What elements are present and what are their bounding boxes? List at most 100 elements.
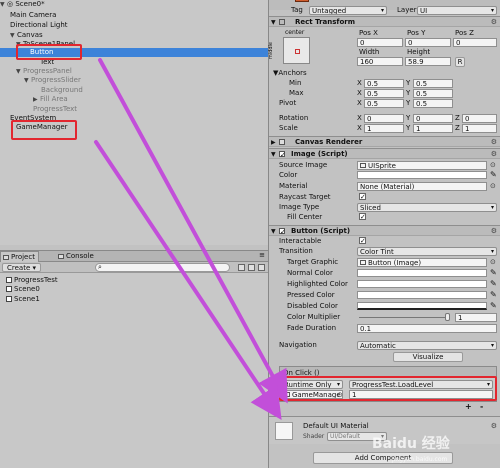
pos-x-field[interactable]: 0: [357, 38, 403, 47]
pivot-x-field[interactable]: 0.5: [364, 99, 404, 108]
hierarchy-item-directional-light[interactable]: Directional Light: [0, 21, 268, 30]
anchor-preset-button[interactable]: [283, 37, 310, 64]
collapse-triangle-icon[interactable]: ▼: [271, 17, 276, 28]
image-type-dropdown[interactable]: Sliced: [357, 203, 497, 212]
layer-dropdown[interactable]: UI: [417, 6, 497, 15]
hierarchy-item-canvas[interactable]: ▼ Canvas: [0, 31, 268, 40]
collapse-triangle-icon[interactable]: ▼: [271, 149, 276, 160]
tab-console[interactable]: Console: [56, 251, 97, 262]
disabled-color-swatch[interactable]: [357, 302, 487, 310]
eyedropper-icon[interactable]: ✎: [490, 301, 497, 311]
expand-triangle-icon[interactable]: ▼: [0, 0, 7, 9]
gear-icon[interactable]: ⚙: [491, 422, 497, 430]
filter-by-label-icon[interactable]: [248, 264, 255, 271]
project-item-scene0[interactable]: Scene0: [6, 285, 40, 294]
anchors-row[interactable]: ▼Anchors: [269, 68, 500, 78]
panel-menu-icon[interactable]: ≡: [259, 251, 265, 259]
anchor-max-y-field[interactable]: 0.5: [413, 89, 453, 98]
normal-color-label: Normal Color: [287, 269, 333, 277]
hierarchy-item-main-camera[interactable]: Main Camera: [0, 11, 268, 20]
scale-y-field[interactable]: 1: [413, 124, 453, 133]
y-letter: Y: [406, 124, 411, 132]
collapse-triangle-icon[interactable]: ▶: [271, 137, 276, 148]
z-letter: Z: [455, 124, 460, 132]
canvas-renderer-header[interactable]: ▶ Canvas Renderer ⚙: [269, 136, 500, 147]
hierarchy-item-progresstext[interactable]: ProgressText: [0, 105, 268, 114]
gear-icon[interactable]: ⚙: [491, 137, 497, 148]
rotation-label: Rotation: [279, 114, 309, 122]
fade-duration-field[interactable]: 0.1: [357, 324, 497, 333]
rotation-y-field[interactable]: 0: [413, 114, 453, 123]
image-color-swatch[interactable]: [357, 171, 487, 179]
raw-edit-button[interactable]: R: [455, 57, 465, 67]
object-picker-icon[interactable]: ⊙: [490, 160, 496, 170]
search-icon: ⌕: [98, 263, 102, 271]
tag-label: Tag: [291, 6, 303, 14]
fill-center-checkbox[interactable]: ✓: [359, 213, 366, 221]
hierarchy-item-background[interactable]: Background: [0, 86, 268, 95]
material-field[interactable]: None (Material): [357, 182, 487, 191]
favorites-star-icon[interactable]: [258, 264, 265, 271]
object-picker-icon[interactable]: ⊙: [490, 181, 496, 191]
target-graphic-field[interactable]: Button (Image): [357, 258, 487, 267]
hierarchy-item-fill-area[interactable]: ▶ Fill Area: [0, 95, 268, 104]
remove-listener-button[interactable]: -: [480, 402, 483, 411]
gamemanager-highlight-box: [11, 120, 77, 140]
gear-icon[interactable]: ⚙: [491, 17, 497, 28]
scale-x-field[interactable]: 1: [364, 124, 404, 133]
add-listener-button[interactable]: +: [465, 402, 472, 411]
scale-z-field[interactable]: 1: [462, 124, 497, 133]
tag-dropdown[interactable]: Untagged: [309, 6, 387, 15]
anchor-crosshair-icon: [295, 49, 300, 54]
filter-by-type-icon[interactable]: [238, 264, 245, 271]
width-field[interactable]: 160: [357, 57, 403, 66]
highlighted-color-swatch[interactable]: [357, 280, 487, 288]
expand-triangle-icon[interactable]: ▼: [24, 76, 31, 85]
rotation-x-field[interactable]: 0: [364, 114, 404, 123]
color-multiplier-slider-thumb[interactable]: [445, 313, 450, 321]
project-item-progresstest[interactable]: ProgressTest: [6, 276, 58, 285]
rect-transform-header[interactable]: ▼ Rect Transform ⚙: [269, 16, 500, 27]
height-field[interactable]: 58.9: [405, 57, 451, 66]
eyedropper-icon[interactable]: ✎: [490, 170, 497, 180]
anchor-min-y-field[interactable]: 0.5: [413, 79, 453, 88]
expand-triangle-icon[interactable]: ▼: [10, 31, 17, 40]
anchor-min-x-field[interactable]: 0.5: [364, 79, 404, 88]
hierarchy-item-progressslider[interactable]: ▼ ProgressSlider: [0, 76, 268, 85]
color-multiplier-field[interactable]: 1: [455, 313, 497, 322]
pos-y-field[interactable]: 0: [405, 38, 451, 47]
anchor-max-x-field[interactable]: 0.5: [364, 89, 404, 98]
navigation-dropdown[interactable]: Automatic: [357, 341, 497, 350]
pressed-color-swatch[interactable]: [357, 291, 487, 299]
rotation-z-field[interactable]: 0: [462, 114, 497, 123]
transition-dropdown[interactable]: Color Tint: [357, 247, 497, 256]
expand-triangle-icon[interactable]: ▶: [33, 95, 40, 104]
image-enabled-checkbox[interactable]: ✓: [279, 151, 286, 159]
object-picker-icon[interactable]: ⊙: [490, 257, 496, 267]
button-script-header[interactable]: ▼ ✓ Button (Script) ⚙: [269, 225, 500, 236]
disabled-color-label: Disabled Color: [287, 302, 338, 310]
source-image-field[interactable]: UISprite: [357, 161, 487, 170]
create-button[interactable]: Create ▾: [2, 263, 41, 272]
eyedropper-icon[interactable]: ✎: [490, 268, 497, 278]
gear-icon[interactable]: ⚙: [491, 149, 497, 160]
project-search-input[interactable]: ⌕: [95, 263, 230, 272]
expand-triangle-icon[interactable]: ▼: [16, 67, 23, 76]
eyedropper-icon[interactable]: ✎: [490, 279, 497, 289]
raycast-checkbox[interactable]: ✓: [359, 193, 366, 201]
project-item-scene1[interactable]: Scene1: [6, 295, 40, 304]
button-enabled-checkbox[interactable]: ✓: [279, 228, 286, 236]
tag-layer-row: Tag Untagged Layer UI: [269, 5, 500, 15]
color-multiplier-slider-track[interactable]: [359, 317, 449, 318]
normal-color-swatch[interactable]: [357, 269, 487, 277]
hierarchy-item-progresspanel[interactable]: ▼ ProgressPanel: [0, 67, 268, 76]
pivot-y-field[interactable]: 0.5: [413, 99, 453, 108]
pos-z-field[interactable]: 0: [453, 38, 497, 47]
hierarchy-scene-row[interactable]: ▼ ◎ Scene0*: [0, 0, 268, 9]
material-preview[interactable]: [275, 422, 293, 440]
tab-project[interactable]: Project: [0, 251, 39, 262]
interactable-checkbox[interactable]: ✓: [359, 237, 366, 245]
image-script-header[interactable]: ▼ ✓ Image (Script) ⚙: [269, 148, 500, 159]
eyedropper-icon[interactable]: ✎: [490, 290, 497, 300]
visualize-button[interactable]: Visualize: [393, 352, 463, 362]
